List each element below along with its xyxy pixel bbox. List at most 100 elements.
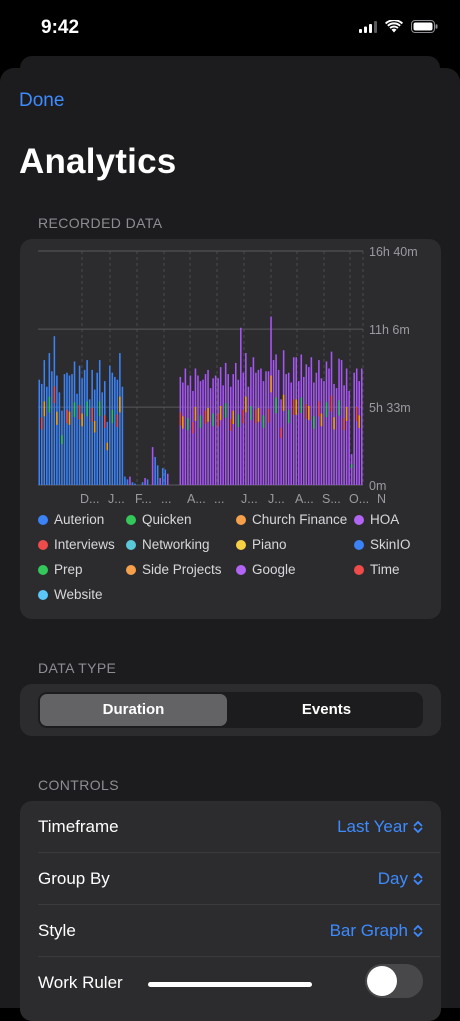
chart-bar <box>234 362 237 485</box>
chart-bar <box>292 357 295 485</box>
chart-bar-segment <box>111 409 114 424</box>
legend-color-dot <box>354 564 364 575</box>
chart-bar-segment <box>224 403 227 418</box>
chart-bar <box>63 374 66 485</box>
chart-bar <box>194 368 197 485</box>
legend-color-dot <box>126 564 136 575</box>
chevron-up-down-icon <box>413 821 423 833</box>
page-title: Analytics <box>19 142 177 181</box>
chart-bar <box>318 360 320 485</box>
timeframe-row[interactable]: Timeframe Last Year <box>20 801 441 853</box>
chart-bar <box>41 383 43 485</box>
chart-bar <box>119 353 121 485</box>
chart-bar <box>126 479 129 485</box>
chart-bar <box>189 375 192 485</box>
chart-bar <box>255 372 257 485</box>
legend-color-dot <box>38 564 48 575</box>
chart-bar <box>93 389 96 485</box>
chart-bar-segment <box>358 415 360 428</box>
chart-bar <box>270 316 272 485</box>
legend-color-dot <box>236 564 246 575</box>
chart-x-tick-label: F... <box>135 492 152 506</box>
chart-bar <box>154 456 156 485</box>
legend-item: Church Finance <box>236 512 347 527</box>
chart-bar-segment <box>116 414 119 428</box>
done-button[interactable]: Done <box>19 90 64 112</box>
chart-bar <box>343 385 345 485</box>
chart-bar <box>68 375 71 485</box>
style-picker[interactable]: Bar Graph <box>330 905 423 957</box>
chart-bar <box>71 374 73 485</box>
chart-bar <box>247 386 250 485</box>
chart-bar <box>275 354 277 485</box>
legend-color-dot <box>126 539 136 550</box>
chart-bar-segment <box>192 421 194 434</box>
legend-label: Interviews <box>54 537 115 552</box>
chart-x-tick-label: A... <box>187 492 206 506</box>
chart-bar <box>76 393 78 485</box>
chart-bar <box>360 368 363 485</box>
chart-y-tick-label: 11h 6m <box>369 323 410 337</box>
style-row[interactable]: Style Bar Graph <box>20 905 441 957</box>
timeframe-value: Last Year <box>337 817 408 836</box>
chart-bar <box>88 399 91 485</box>
chart-bar <box>224 362 227 485</box>
chart-bar <box>353 372 355 485</box>
legend-item: Website <box>38 587 103 602</box>
chart-bar-segment <box>91 407 93 422</box>
legend-item: Time <box>354 562 400 577</box>
chart-bar <box>109 365 111 485</box>
legend-label: Networking <box>142 537 210 552</box>
chart-bar <box>144 477 146 485</box>
chart-bar <box>214 375 217 485</box>
chart-bar <box>240 327 242 485</box>
chart-bar-segment <box>53 386 56 404</box>
chart-bar-segment <box>343 418 345 431</box>
chart-bar <box>98 360 101 485</box>
chart-bar <box>277 369 280 485</box>
chart-bar-segment <box>270 375 272 393</box>
chart-bar <box>285 374 287 485</box>
chart-bar <box>192 390 194 485</box>
data-type-header: DATA TYPE <box>38 660 117 676</box>
chart-bar-segment <box>73 402 76 418</box>
chart-x-tick-label: O... <box>349 492 369 506</box>
chart-bar <box>204 374 207 485</box>
chart-bar <box>310 357 313 485</box>
segment-duration[interactable]: Duration <box>40 692 227 728</box>
chart-bar <box>260 368 262 485</box>
segment-events[interactable]: Events <box>230 692 423 728</box>
chart-bar <box>61 410 63 485</box>
group-by-picker[interactable]: Day <box>378 853 423 905</box>
legend-item: Piano <box>236 537 287 552</box>
chart-x-tick-label: D... <box>80 492 99 506</box>
chart-bar <box>164 469 167 485</box>
chart-bar-segment <box>313 416 315 429</box>
chart-bar <box>345 368 348 485</box>
chart-x-tick-label: J... <box>108 492 125 506</box>
home-indicator <box>148 982 312 987</box>
chart-bar <box>267 371 270 485</box>
chart-bar <box>56 375 58 485</box>
group-by-row[interactable]: Group By Day <box>20 853 441 905</box>
legend-label: Google <box>252 562 296 577</box>
chart-bar-segment <box>119 396 121 413</box>
chart-bar <box>141 482 144 485</box>
chart-bar <box>161 468 164 485</box>
chart-bar <box>252 357 255 485</box>
chart-bar <box>184 368 187 485</box>
chart-bar <box>250 367 252 485</box>
chart-bar-segment <box>103 415 106 428</box>
chart-bar <box>295 357 298 485</box>
chart-bar <box>282 350 285 485</box>
chart-bar-segment <box>355 406 358 421</box>
legend-label: Side Projects <box>142 562 222 577</box>
chart-bar <box>325 361 328 485</box>
timeframe-picker[interactable]: Last Year <box>337 801 423 853</box>
group-by-label: Group By <box>38 869 110 888</box>
chart-bar-segment <box>250 406 252 421</box>
chart-bar <box>101 392 104 485</box>
chart-bar <box>290 382 292 485</box>
work-ruler-toggle[interactable] <box>365 964 423 998</box>
data-type-segmented-control[interactable]: Duration Events <box>38 692 423 728</box>
